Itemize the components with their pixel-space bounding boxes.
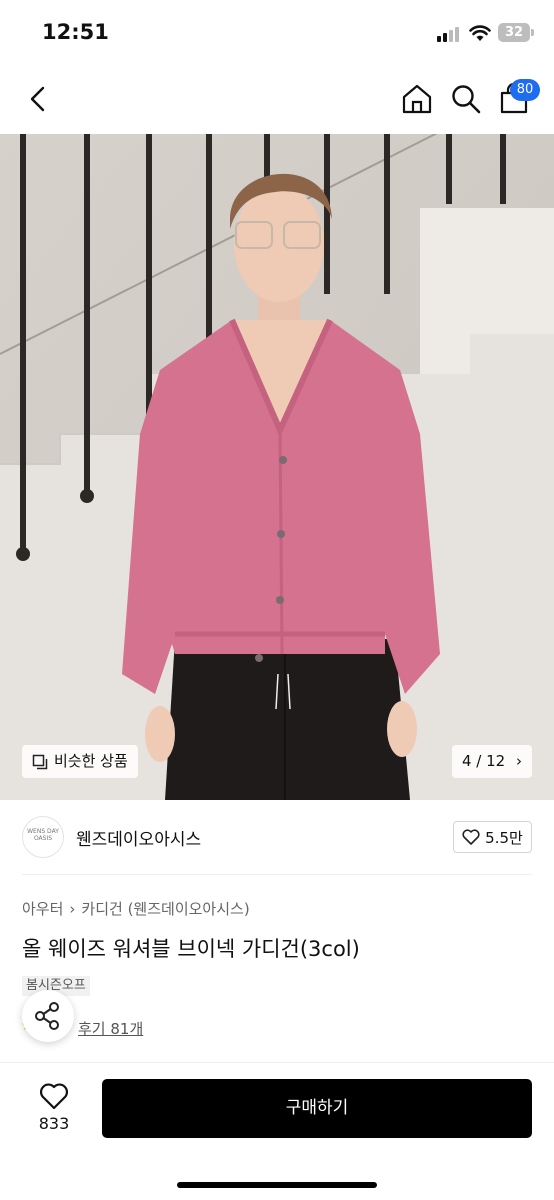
breadcrumb: 아우터 › 카디건 (웬즈데이오아시스) xyxy=(22,898,250,919)
image-counter[interactable]: 4 / 12 › xyxy=(452,745,532,778)
battery-icon: 32 xyxy=(498,23,530,42)
battery-tip xyxy=(531,29,534,36)
back-icon[interactable] xyxy=(24,84,54,114)
product-image[interactable] xyxy=(0,134,554,800)
heart-icon xyxy=(462,829,480,845)
model-photo xyxy=(0,134,554,800)
search-icon[interactable] xyxy=(449,82,483,116)
brand-logo[interactable]: WENS DAY OASIS xyxy=(22,816,64,858)
similar-products-button[interactable]: 비슷한 상품 xyxy=(22,745,138,778)
buy-button[interactable]: 구매하기 xyxy=(102,1079,532,1138)
status-time: 12:51 xyxy=(42,20,109,44)
chevron-right-icon: › xyxy=(516,752,522,770)
share-icon xyxy=(35,1002,59,1030)
breadcrumb-subcategory[interactable]: 카디건 (웬즈데이오아시스) xyxy=(81,898,249,919)
similar-products-label: 비슷한 상품 xyxy=(54,752,128,770)
chevron-right-icon: › xyxy=(69,899,76,918)
brand-like-count: 5.5만 xyxy=(485,828,523,847)
brand-name[interactable]: 웬즈데이오아시스 xyxy=(76,825,201,850)
image-counter-text: 4 / 12 xyxy=(461,752,506,770)
home-icon[interactable] xyxy=(400,82,434,116)
cart-count-badge: 80 xyxy=(510,79,540,101)
bottom-bar-divider xyxy=(0,1062,554,1063)
copy-icon xyxy=(32,754,48,769)
product-title: 올 웨이즈 워셔블 브이넥 가디건(3col) xyxy=(22,937,360,961)
brand-like-button[interactable]: 5.5만 xyxy=(453,821,532,853)
breadcrumb-category[interactable]: 아우터 xyxy=(22,898,63,919)
share-button[interactable] xyxy=(22,990,74,1042)
heart-icon xyxy=(40,1083,68,1110)
wishlist-count: 833 xyxy=(38,1114,70,1133)
home-indicator xyxy=(177,1182,377,1188)
signal-icon xyxy=(437,26,461,42)
wifi-icon xyxy=(469,25,491,41)
review-link[interactable]: 후기 81개 xyxy=(78,1018,143,1039)
divider xyxy=(22,874,532,875)
